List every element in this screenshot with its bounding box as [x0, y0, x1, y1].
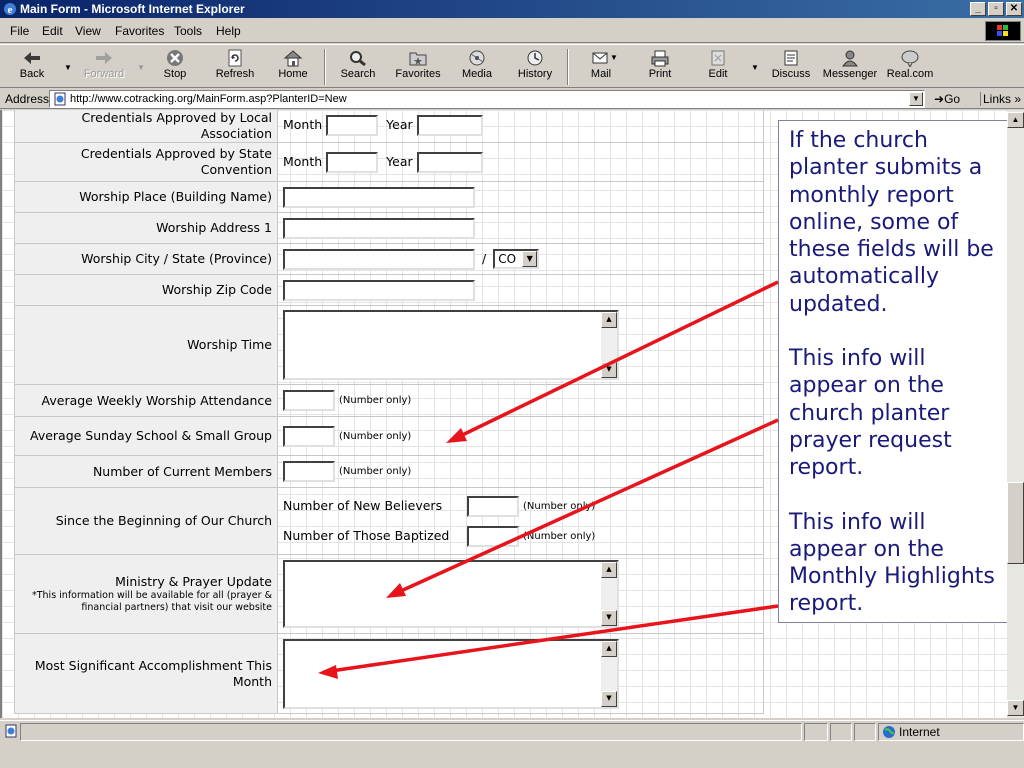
history-button[interactable]: History [512, 47, 558, 87]
page-status-icon [5, 724, 17, 738]
browser-window: e Main Form - Microsoft Internet Explore… [0, 0, 1024, 768]
search-label: Search [340, 68, 376, 80]
print-label: Print [648, 68, 672, 80]
go-button[interactable]: ➜Go [934, 92, 960, 106]
forward-dropdown-icon[interactable]: ▼ [137, 63, 145, 72]
refresh-label: Refresh [215, 68, 255, 80]
menu-favorites[interactable]: Favorites [115, 24, 164, 38]
messenger-label: Messenger [822, 68, 878, 80]
discuss-label: Discuss [771, 68, 811, 80]
print-button[interactable]: Print [640, 47, 680, 87]
messenger-button[interactable]: Messenger [820, 47, 880, 87]
ie-logo-icon: e [4, 3, 16, 16]
back-dropdown-icon[interactable]: ▼ [64, 63, 72, 72]
menu-edit[interactable]: Edit [42, 24, 63, 38]
refresh-icon [228, 49, 242, 67]
status-cell [854, 723, 876, 741]
mail-icon [592, 52, 608, 64]
favorites-label: Favorites [395, 68, 441, 80]
search-icon [350, 51, 366, 67]
history-label: History [517, 68, 553, 80]
edit-dropdown-icon[interactable]: ▼ [751, 63, 759, 72]
arrowhead-accomplishment [318, 665, 338, 679]
go-label: Go [944, 92, 961, 106]
windows-logo-icon [985, 21, 1021, 41]
edit-label: Edit [708, 68, 728, 80]
messenger-icon [842, 50, 858, 67]
arrow-to-ministry-update [391, 418, 779, 597]
menu-file[interactable]: File [10, 24, 29, 38]
discuss-icon [784, 50, 798, 66]
annotation-arrows [318, 280, 779, 679]
forward-button[interactable]: Forward [78, 47, 130, 87]
address-bar: Address http://www.cotracking.org/MainFo… [0, 89, 1024, 109]
back-label: Back [19, 68, 45, 80]
address-url: http://www.cotracking.org/MainForm.asp?P… [70, 93, 347, 105]
refresh-button[interactable]: Refresh [210, 47, 260, 87]
scroll-thumb[interactable] [1007, 482, 1024, 564]
arrowhead-ministry-update [386, 583, 406, 598]
page-icon [54, 92, 66, 106]
printer-icon [651, 50, 669, 67]
status-bar: Internet [0, 720, 1024, 742]
search-button[interactable]: Search [334, 47, 382, 87]
favorites-button[interactable]: Favorites [392, 47, 444, 87]
stop-button[interactable]: Stop [152, 47, 198, 87]
arrow-to-sunday-school [451, 280, 779, 442]
stop-icon [167, 50, 183, 66]
home-label: Home [278, 68, 308, 80]
scroll-up-icon[interactable]: ▲ [1007, 112, 1024, 128]
history-icon [527, 50, 543, 66]
media-label: Media [462, 68, 492, 80]
address-input[interactable]: http://www.cotracking.org/MainForm.asp?P… [49, 90, 925, 108]
realcom-label: Real.com [886, 68, 934, 80]
home-button[interactable]: Home [270, 47, 316, 87]
arrow-to-accomplishment [323, 604, 779, 674]
favorites-folder-icon [409, 52, 427, 66]
menu-tools[interactable]: Tools [174, 24, 202, 38]
discuss-button[interactable]: Discuss [768, 47, 814, 87]
toolbar-separator [567, 49, 569, 85]
edit-page-icon [711, 50, 725, 66]
address-dropdown-icon[interactable]: ▼ [909, 92, 923, 106]
forward-label: Forward [83, 68, 125, 80]
edit-button[interactable]: Edit [700, 47, 736, 87]
menu-bar: File Edit View Favorites Tools Help [0, 19, 1024, 43]
status-cell [804, 723, 828, 741]
window-title: Main Form - Microsoft Internet Explorer [20, 2, 245, 16]
menu-view[interactable]: View [75, 24, 101, 38]
globe-icon [883, 726, 895, 738]
home-icon [283, 50, 303, 67]
mail-dropdown-icon[interactable]: ▼ [610, 53, 618, 62]
go-arrow-icon: ➜ [934, 92, 945, 106]
title-bar: e Main Form - Microsoft Internet Explore… [0, 0, 1024, 18]
media-icon [469, 50, 485, 66]
minimize-button[interactable]: _ [970, 2, 986, 16]
menu-help[interactable]: Help [216, 24, 241, 38]
svg-text:e: e [8, 4, 13, 16]
address-label: Address [5, 92, 50, 106]
status-text-cell [20, 723, 802, 741]
realcom-icon [901, 50, 919, 67]
page-content: Credentials Approved by Local Associatio… [0, 110, 1007, 718]
mail-label: Mail [590, 68, 612, 80]
links-button[interactable]: Links » [980, 92, 1021, 106]
maximize-button[interactable]: ▫ [988, 2, 1004, 16]
arrowhead-sunday-school [446, 428, 467, 443]
back-button[interactable]: Back [8, 47, 56, 87]
toolbar: Back ▼ Forward ▼ Stop Refresh Home Searc… [0, 44, 1024, 88]
toolbar-separator [324, 49, 326, 85]
forward-arrow-icon [96, 52, 112, 64]
media-button[interactable]: Media [456, 47, 498, 87]
zone-label: Internet [899, 725, 940, 739]
status-cell [830, 723, 852, 741]
scroll-down-icon[interactable]: ▼ [1007, 700, 1024, 716]
links-label: Links [983, 92, 1012, 106]
zone-cell: Internet [878, 723, 1024, 741]
stop-label: Stop [163, 68, 187, 80]
back-arrow-icon [24, 52, 40, 64]
page-scrollbar[interactable]: ▲ ▼ [1007, 110, 1024, 718]
close-button[interactable]: ✕ [1006, 2, 1022, 16]
realcom-button[interactable]: Real.com [884, 47, 936, 87]
